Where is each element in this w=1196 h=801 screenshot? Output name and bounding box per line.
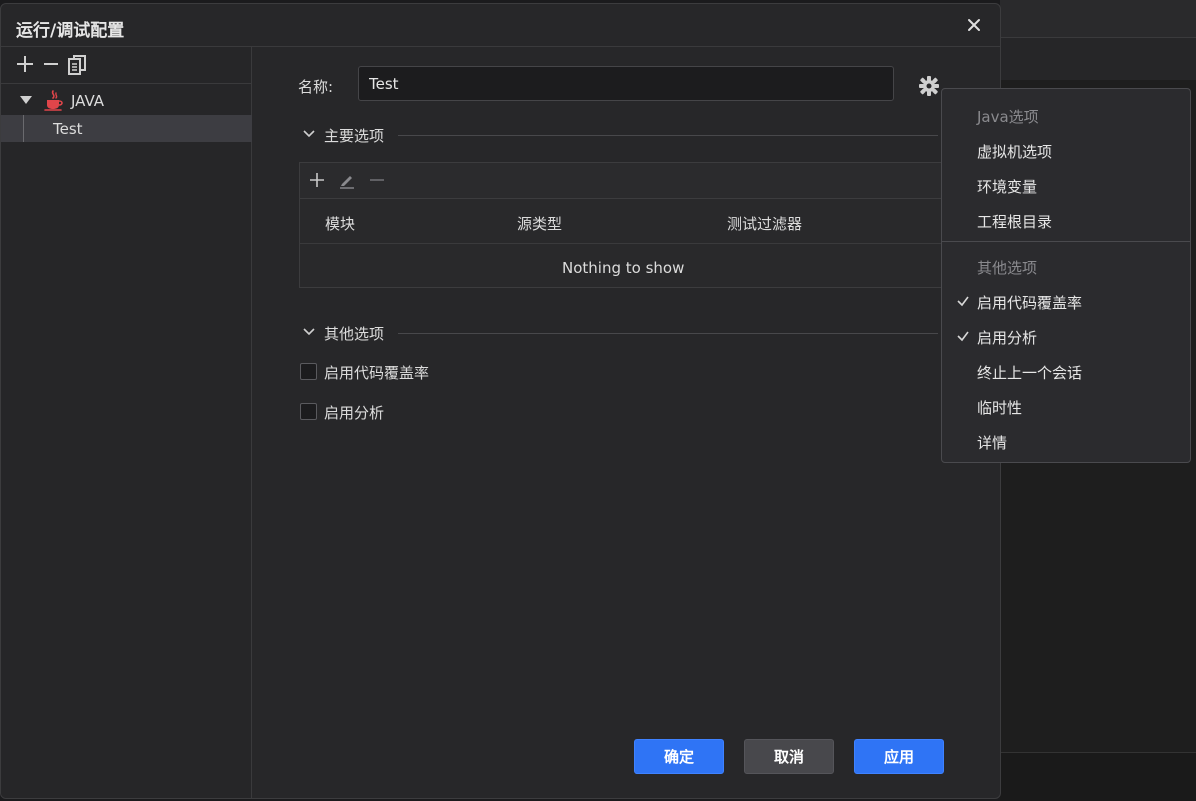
copy-icon — [68, 55, 86, 75]
profiling-label: 启用分析 — [324, 404, 385, 422]
menu-separator — [942, 241, 1190, 242]
section-divider — [398, 333, 938, 334]
cancel-button[interactable]: 取消 — [744, 739, 834, 774]
menu-heading-java: Java选项 — [977, 108, 1039, 126]
close-button[interactable] — [964, 15, 984, 35]
tree-node-test-label: Test — [53, 120, 83, 138]
tree-node-test[interactable]: Test — [1, 115, 252, 142]
run-debug-config-dialog: 运行/调试配置 JAVA Test — [0, 3, 1001, 799]
config-tree-panel: JAVA Test — [1, 47, 252, 798]
profiling-checkbox[interactable] — [300, 403, 317, 420]
table-header-divider — [300, 243, 999, 244]
dialog-title-bar: 运行/调试配置 — [1, 4, 1000, 47]
apply-button[interactable]: 应用 — [854, 739, 944, 774]
section-divider — [398, 135, 938, 136]
menu-item-env-vars[interactable]: 环境变量 — [977, 176, 1037, 197]
plus-icon — [310, 173, 324, 187]
add-row-button[interactable] — [307, 171, 327, 191]
check-icon — [957, 296, 969, 307]
menu-item-terminate-previous[interactable]: 终止上一个会话 — [977, 362, 1082, 383]
minus-icon — [44, 63, 58, 65]
code-coverage-label: 启用代码覆盖率 — [324, 364, 430, 382]
other-options-title: 其他选项 — [324, 325, 385, 343]
menu-item-vm-options[interactable]: 虚拟机选项 — [977, 141, 1052, 162]
background-app-toolbar — [1000, 0, 1196, 38]
module-table-toolbar — [300, 163, 999, 199]
tree-node-java[interactable]: JAVA — [1, 87, 252, 115]
plus-icon — [17, 56, 33, 72]
table-empty-message: Nothing to show — [562, 259, 685, 277]
menu-item-code-coverage[interactable]: 启用代码覆盖率 — [977, 292, 1082, 313]
module-table: 模块 源类型 测试过滤器 Nothing to show — [299, 162, 999, 288]
chevron-down-icon — [303, 328, 315, 336]
column-header-module[interactable]: 模块 — [325, 213, 355, 234]
name-input[interactable] — [358, 66, 894, 101]
background-app-tabstrip — [1000, 38, 1196, 80]
gear-icon[interactable] — [918, 75, 940, 97]
chevron-down-icon — [303, 130, 315, 138]
name-label: 名称: — [298, 78, 334, 96]
remove-config-button[interactable] — [41, 55, 61, 75]
edit-row-button[interactable] — [337, 171, 357, 191]
background-app-statusbar — [1000, 752, 1196, 801]
main-options-title: 主要选项 — [324, 127, 385, 145]
main-options-header[interactable]: 主要选项 — [302, 125, 1002, 145]
java-cup-icon — [44, 90, 63, 111]
tree-guide-line — [23, 115, 24, 142]
column-header-test-filter[interactable]: 测试过滤器 — [727, 213, 802, 234]
pencil-icon — [340, 176, 354, 189]
other-options-header[interactable]: 其他选项 — [302, 323, 1002, 343]
tree-node-java-label: JAVA — [71, 92, 105, 110]
menu-item-temporary[interactable]: 临时性 — [977, 397, 1022, 418]
close-icon — [968, 19, 980, 31]
remove-row-button[interactable] — [367, 171, 387, 191]
code-coverage-checkbox[interactable] — [300, 363, 317, 380]
add-config-button[interactable] — [15, 55, 35, 75]
menu-heading-other: 其他选项 — [977, 259, 1038, 277]
expand-arrow-icon[interactable] — [20, 96, 32, 104]
dialog-title: 运行/调试配置 — [16, 21, 125, 41]
menu-item-profiling[interactable]: 启用分析 — [977, 327, 1037, 348]
copy-config-button[interactable] — [67, 55, 87, 75]
menu-item-details[interactable]: 详情 — [977, 432, 1007, 453]
ok-button[interactable]: 确定 — [634, 739, 724, 774]
options-popup-menu: Java选项 虚拟机选项 环境变量 工程根目录 其他选项 启用代码覆盖率 启用分… — [941, 88, 1191, 463]
config-tree-toolbar — [1, 47, 251, 84]
column-header-source-type[interactable]: 源类型 — [517, 213, 562, 234]
check-icon — [957, 331, 969, 342]
minus-icon — [370, 179, 384, 181]
menu-item-project-root[interactable]: 工程根目录 — [977, 211, 1052, 232]
